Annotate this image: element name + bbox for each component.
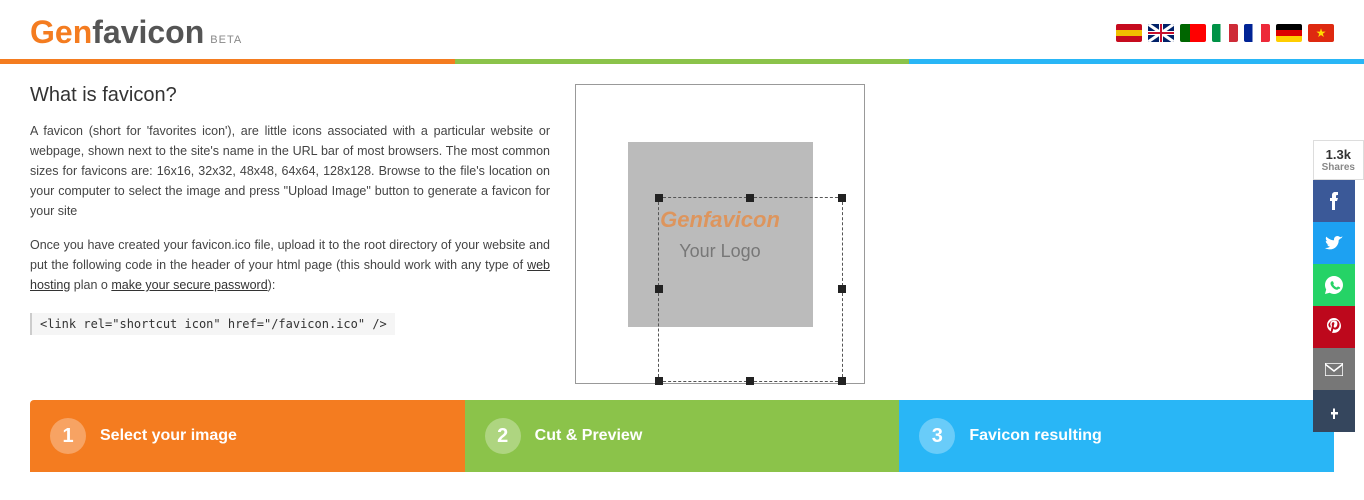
- usage-text-post: ):: [268, 278, 276, 292]
- crop-handle-bm[interactable]: [746, 377, 754, 385]
- step-3-number: 3: [919, 418, 955, 454]
- germany-flag[interactable]: [1276, 24, 1302, 42]
- bar-orange: [0, 59, 455, 64]
- placeholder-gen-text: Genfavicon: [660, 207, 780, 233]
- email-share-button[interactable]: [1313, 348, 1355, 390]
- step-3-label: Favicon resulting: [969, 427, 1101, 445]
- color-bar: [0, 59, 1364, 64]
- usage-paragraph: Once you have created your favicon.ico f…: [30, 235, 550, 295]
- crop-handle-lm[interactable]: [655, 285, 663, 293]
- crop-handle-bl[interactable]: [655, 377, 663, 385]
- crop-handle-br[interactable]: [838, 377, 846, 385]
- logo-beta-text: BETA: [210, 34, 242, 46]
- social-sidebar: 1.3k Shares: [1313, 140, 1364, 432]
- spain-flag[interactable]: [1116, 24, 1142, 42]
- logo-gen-text: Gen: [30, 14, 92, 51]
- shares-label: Shares: [1322, 162, 1355, 173]
- facebook-share-button[interactable]: [1313, 180, 1355, 222]
- language-flags[interactable]: ★: [1116, 24, 1334, 42]
- logo-area: Gen favicon BETA: [30, 14, 242, 51]
- uk-flag[interactable]: [1148, 24, 1174, 42]
- italy-flag[interactable]: [1212, 24, 1238, 42]
- step-1[interactable]: 1 Select your image: [30, 400, 465, 472]
- step-2-number: 2: [485, 418, 521, 454]
- usage-text-pre: Once you have created your favicon.ico f…: [30, 238, 550, 272]
- crop-handle-tr[interactable]: [838, 194, 846, 202]
- twitter-share-button[interactable]: [1313, 222, 1355, 264]
- social-share-count: 1.3k Shares: [1313, 140, 1364, 180]
- crop-handle-tm[interactable]: [746, 194, 754, 202]
- intro-paragraph: A favicon (short for 'favorites icon'), …: [30, 121, 550, 221]
- crop-handle-tl[interactable]: [655, 194, 663, 202]
- text-column: What is favicon? A favicon (short for 'f…: [30, 84, 550, 384]
- main-content: What is favicon? A favicon (short for 'f…: [0, 64, 1364, 384]
- step-2[interactable]: 2 Cut & Preview: [465, 400, 900, 472]
- page-heading: What is favicon?: [30, 84, 550, 107]
- bar-blue: [909, 59, 1364, 64]
- step-1-label: Select your image: [100, 427, 237, 445]
- step-2-label: Cut & Preview: [535, 427, 643, 445]
- code-snippet: <link rel="shortcut icon" href="/favicon…: [30, 313, 395, 335]
- secure-password-link[interactable]: make your secure password: [111, 278, 267, 292]
- usage-text-mid: plan o: [70, 278, 111, 292]
- crop-handle-rm[interactable]: [838, 285, 846, 293]
- pinterest-share-button[interactable]: [1313, 306, 1355, 348]
- logo-favicon-text: favicon: [92, 14, 204, 51]
- step-1-number: 1: [50, 418, 86, 454]
- tumblr-share-button[interactable]: [1313, 390, 1355, 432]
- france-flag[interactable]: [1244, 24, 1270, 42]
- whatsapp-share-button[interactable]: [1313, 264, 1355, 306]
- china-flag[interactable]: ★: [1308, 24, 1334, 42]
- portugal-flag[interactable]: [1180, 24, 1206, 42]
- share-count-number: 1.3k: [1326, 147, 1351, 162]
- header: Gen favicon BETA ★: [0, 0, 1364, 51]
- preview-column: Genfavicon Your Logo: [570, 84, 870, 384]
- steps-bar: 1 Select your image 2 Cut & Preview 3 Fa…: [0, 384, 1364, 472]
- logo-image-placeholder: Genfavicon Your Logo: [628, 142, 813, 327]
- preview-box: Genfavicon Your Logo: [575, 84, 865, 384]
- bar-green: [455, 59, 910, 64]
- step-3[interactable]: 3 Favicon resulting: [899, 400, 1334, 472]
